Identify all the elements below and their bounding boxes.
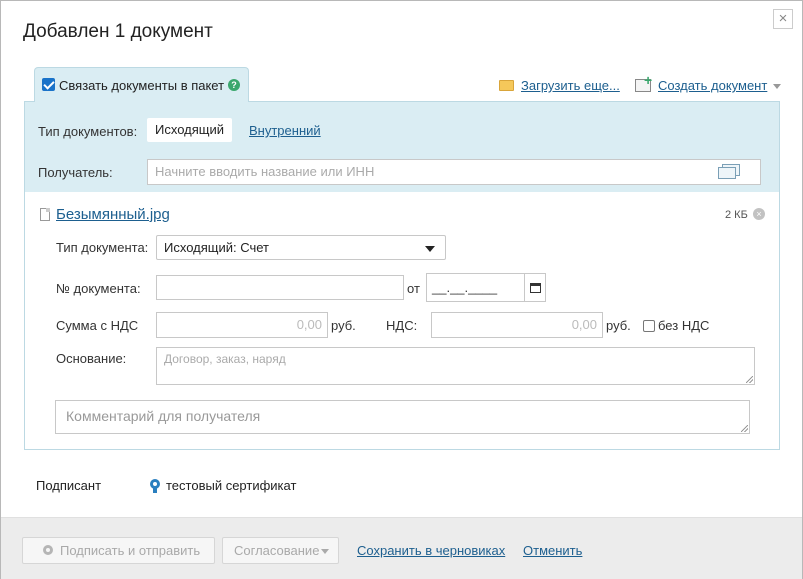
comment-input[interactable]: Комментарий для получателя bbox=[55, 400, 750, 434]
dialog-footer: Подписать и отправить Согласование Сохра… bbox=[1, 517, 802, 579]
file-name-link[interactable]: Безымянный.jpg bbox=[56, 206, 170, 223]
seal-icon bbox=[43, 545, 53, 555]
doc-number-label: № документа: bbox=[56, 281, 141, 296]
create-document-icon bbox=[635, 72, 652, 92]
recipient-label: Получатель: bbox=[38, 165, 113, 180]
upload-more-link[interactable]: Загрузить еще... bbox=[521, 78, 620, 93]
comment-placeholder: Комментарий для получателя bbox=[66, 408, 261, 424]
link-package-label[interactable]: Связать документы в пакет bbox=[59, 78, 224, 93]
link-package-checkbox[interactable] bbox=[42, 78, 55, 91]
doc-date-input[interactable]: __.__.____ bbox=[426, 273, 525, 302]
doc-type-label: Тип документа: bbox=[56, 240, 149, 255]
link-package-tab[interactable]: Связать документы в пакет ? bbox=[34, 67, 249, 102]
vat-currency: руб. bbox=[606, 318, 631, 333]
sign-and-send-button[interactable]: Подписать и отправить bbox=[22, 537, 215, 564]
doc-type-outgoing[interactable]: Исходящий bbox=[147, 118, 232, 142]
package-settings: Тип документов: Исходящий Внутренний Пол… bbox=[25, 102, 779, 192]
dialog-title: Добавлен 1 документ bbox=[23, 21, 213, 42]
cancel-link[interactable]: Отменить bbox=[523, 543, 582, 558]
sum-input[interactable]: 0,00 bbox=[156, 312, 328, 338]
sum-currency: руб. bbox=[331, 318, 356, 333]
certificate-icon bbox=[150, 479, 160, 493]
resize-handle[interactable] bbox=[741, 425, 748, 432]
basis-label: Основание: bbox=[56, 351, 127, 366]
basis-placeholder: Договор, заказ, наряд bbox=[164, 352, 286, 366]
certificate-name[interactable]: тестовый сертификат bbox=[166, 478, 296, 493]
no-vat-label[interactable]: без НДС bbox=[658, 318, 709, 333]
doc-type-select[interactable]: Исходящий: Счет bbox=[156, 235, 446, 260]
approval-label: Согласование bbox=[234, 543, 320, 558]
save-draft-link[interactable]: Сохранить в черновиках bbox=[357, 543, 505, 558]
chevron-down-icon bbox=[425, 246, 435, 252]
contacts-book-icon[interactable] bbox=[717, 164, 741, 180]
date-from-label: от bbox=[407, 281, 420, 296]
close-icon[interactable]: × bbox=[773, 9, 793, 29]
chevron-down-icon[interactable] bbox=[773, 84, 781, 89]
calendar-icon[interactable] bbox=[524, 273, 546, 302]
document-panel: Тип документов: Исходящий Внутренний Пол… bbox=[24, 101, 780, 450]
basis-input[interactable]: Договор, заказ, наряд bbox=[156, 347, 755, 385]
no-vat-checkbox[interactable] bbox=[643, 320, 655, 332]
doc-types-label: Тип документов: bbox=[38, 124, 138, 139]
help-icon[interactable]: ? bbox=[228, 79, 240, 91]
file-icon bbox=[40, 208, 50, 221]
vat-input[interactable]: 0,00 bbox=[431, 312, 603, 338]
top-actions: Загрузить еще... Создать документ bbox=[499, 72, 789, 96]
sum-label: Сумма с НДС bbox=[56, 318, 139, 333]
signer-label: Подписант bbox=[36, 478, 102, 493]
approval-button[interactable]: Согласование bbox=[222, 537, 339, 564]
sign-and-send-label: Подписать и отправить bbox=[60, 543, 201, 558]
doc-number-input[interactable] bbox=[156, 275, 404, 300]
file-size: 2 КБ bbox=[725, 209, 748, 221]
recipient-input[interactable]: Начните вводить название или ИНН bbox=[147, 159, 761, 185]
vat-label: НДС: bbox=[386, 318, 418, 333]
folder-icon bbox=[499, 80, 514, 91]
create-document-link[interactable]: Создать документ bbox=[658, 78, 767, 93]
doc-type-value: Исходящий: Счет bbox=[164, 240, 269, 255]
chevron-down-icon bbox=[321, 549, 329, 554]
add-document-dialog: × Добавлен 1 документ Связать документы … bbox=[0, 0, 803, 579]
resize-handle[interactable] bbox=[746, 376, 753, 383]
doc-type-internal[interactable]: Внутренний bbox=[249, 123, 321, 138]
remove-file-icon[interactable]: × bbox=[753, 208, 765, 220]
